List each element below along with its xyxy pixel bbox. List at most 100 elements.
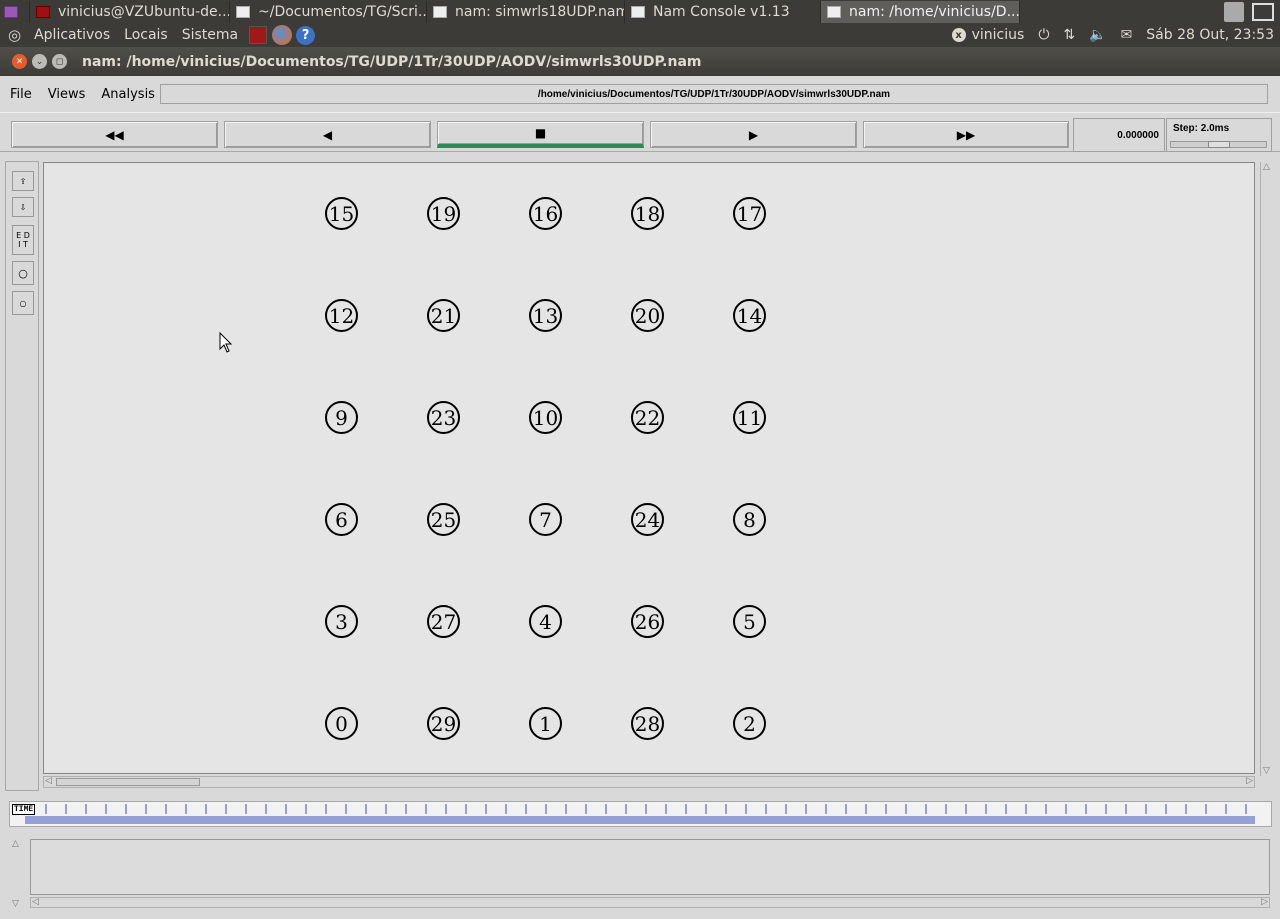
step-slider[interactable] <box>1170 141 1267 148</box>
node-7[interactable]: 7 <box>529 503 562 536</box>
scroll-up-icon[interactable]: △ <box>1263 162 1270 172</box>
node-17[interactable]: 17 <box>733 197 766 230</box>
show-desktop-button[interactable] <box>0 0 30 23</box>
time-slider[interactable]: TIME <box>9 801 1272 827</box>
menu-system[interactable]: Sistema <box>175 27 245 43</box>
file-path-display: /home/vinicius/Documentos/TG/UDP/1Tr/30U… <box>160 84 1268 104</box>
task-nam-current[interactable]: nam: /home/vinicius/D... <box>821 0 1020 23</box>
scroll-left-icon[interactable]: ◁ <box>45 776 52 786</box>
edit-button[interactable]: E D I T <box>12 225 34 255</box>
scroll-right-icon[interactable]: ▷ <box>1246 776 1253 786</box>
file-manager-icon <box>236 5 250 18</box>
fast-forward-button[interactable]: ▶▶ <box>863 121 1069 148</box>
user-menu[interactable]: x vinicius <box>951 27 1024 43</box>
step-label: Step: 2.0ms <box>1173 123 1230 134</box>
task-label: nam: /home/vinicius/D... <box>849 3 1020 20</box>
network-canvas[interactable]: 15 19 16 18 17 12 21 13 20 14 9 23 10 22 11 6 25 7 24 8 3 27 4… <box>43 162 1255 774</box>
scroll-up-icon[interactable]: △ <box>12 839 19 849</box>
window-title: nam: /home/vinicius/Documentos/TG/UDP/1T… <box>82 53 702 70</box>
desktop-icon <box>4 5 18 18</box>
network-icon[interactable]: ⇅ <box>1063 27 1075 43</box>
node-0[interactable]: 0 <box>325 707 358 740</box>
clock[interactable]: Sáb 28 Out, 23:53 <box>1146 27 1274 43</box>
node-13[interactable]: 13 <box>529 299 562 332</box>
ubuntu-logo-icon[interactable]: ◎ <box>8 26 21 44</box>
menu-applications[interactable]: Aplicativos <box>27 27 117 43</box>
help-icon[interactable]: ? <box>296 25 316 45</box>
node-9[interactable]: 9 <box>325 401 358 434</box>
minimize-icon[interactable]: ⌄ <box>32 54 47 69</box>
node-5[interactable]: 5 <box>733 605 766 638</box>
taskbar: vinicius@VZUbuntu-de... ~/Documentos/TG/… <box>0 0 1280 23</box>
current-time: 0.000000 <box>1073 118 1165 152</box>
node-25[interactable]: 25 <box>427 503 460 536</box>
node-21[interactable]: 21 <box>427 299 460 332</box>
node-29[interactable]: 29 <box>427 707 460 740</box>
scroll-down-icon[interactable]: ▽ <box>12 899 19 909</box>
node-3[interactable]: 3 <box>325 605 358 638</box>
node-20[interactable]: 20 <box>631 299 664 332</box>
workspace-switcher-icon[interactable] <box>1252 2 1274 21</box>
node-22[interactable]: 22 <box>631 401 664 434</box>
task-nam-console[interactable]: Nam Console v1.13 <box>625 0 821 23</box>
close-icon[interactable]: ✕ <box>12 54 27 69</box>
annotation-vertical-scrollbar[interactable]: △ ▽ <box>12 839 24 909</box>
horizontal-scroll-thumb[interactable] <box>56 778 200 786</box>
node-2[interactable]: 2 <box>733 707 766 740</box>
node-1[interactable]: 1 <box>529 707 562 740</box>
node-12[interactable]: 12 <box>325 299 358 332</box>
annotation-horizontal-scrollbar[interactable]: ◁ ▷ <box>30 897 1270 908</box>
node-4[interactable]: 4 <box>529 605 562 638</box>
canvas-horizontal-scrollbar[interactable]: ◁ ▷ <box>43 776 1255 788</box>
node-size-large-icon[interactable]: ○ <box>12 261 34 285</box>
node-24[interactable]: 24 <box>631 503 664 536</box>
task-nam-18[interactable]: nam: simwrls18UDP.nam <box>427 0 625 23</box>
step-back-button[interactable]: ◀ <box>224 121 431 148</box>
task-label: ~/Documentos/TG/Scri... <box>258 3 427 20</box>
node-23[interactable]: 23 <box>427 401 460 434</box>
rewind-button[interactable]: ◀◀ <box>11 121 218 148</box>
firefox-icon[interactable] <box>272 25 293 45</box>
trash-icon[interactable] <box>1224 1 1244 22</box>
app-launcher-icon[interactable] <box>249 26 268 44</box>
annotation-pane[interactable] <box>30 839 1270 895</box>
time-label: TIME <box>12 804 36 815</box>
menu-views[interactable]: Views <box>42 87 92 102</box>
node-16[interactable]: 16 <box>529 197 562 230</box>
scroll-down-icon[interactable]: ▽ <box>1263 766 1270 776</box>
scroll-right-icon[interactable]: ▷ <box>1261 897 1268 907</box>
task-label: nam: simwrls18UDP.nam <box>455 3 625 20</box>
step-slider-handle[interactable] <box>1207 141 1230 148</box>
maximize-icon[interactable]: ◻ <box>52 54 67 69</box>
play-button[interactable]: ▶ <box>650 121 857 148</box>
node-10[interactable]: 10 <box>529 401 562 434</box>
node-28[interactable]: 28 <box>631 707 664 740</box>
node-8[interactable]: 8 <box>733 503 766 536</box>
stop-button[interactable]: ■ <box>437 121 644 148</box>
menu-places[interactable]: Locais <box>117 27 175 43</box>
node-19[interactable]: 19 <box>427 197 460 230</box>
menu-file[interactable]: File <box>4 87 38 102</box>
task-file-manager[interactable]: ~/Documentos/TG/Scri... <box>230 0 427 23</box>
canvas-vertical-scrollbar[interactable]: △ ▽ <box>1260 162 1274 776</box>
node-size-small-icon[interactable]: ○ <box>12 291 34 315</box>
node-27[interactable]: 27 <box>427 605 460 638</box>
node-14[interactable]: 14 <box>733 299 766 332</box>
panel-indicators: x vinicius ⏻ ⇅ 🔈 ✉ Sáb 28 Out, 23:53 <box>951 23 1274 47</box>
taskbar-tray <box>1224 0 1280 23</box>
node-11[interactable]: 11 <box>733 401 766 434</box>
mail-icon[interactable]: ✉ <box>1121 27 1133 43</box>
volume-icon[interactable]: 🔈 <box>1089 27 1106 43</box>
zoom-in-icon[interactable]: ⇪ <box>12 171 34 191</box>
node-15[interactable]: 15 <box>325 197 358 230</box>
task-terminal[interactable]: vinicius@VZUbuntu-de... <box>30 0 230 23</box>
scroll-left-icon[interactable]: ◁ <box>32 897 39 907</box>
power-icon[interactable]: ⏻ <box>1038 27 1049 43</box>
node-26[interactable]: 26 <box>631 605 664 638</box>
playback-controls: ◀◀ ◀ ■ ▶ ▶▶ 0.000000 Step: 2.0ms <box>0 112 1280 152</box>
zoom-out-icon[interactable]: ⇩ <box>12 197 34 217</box>
node-18[interactable]: 18 <box>631 197 664 230</box>
menu-analysis[interactable]: Analysis <box>95 87 161 102</box>
window-titlebar[interactable]: ✕ ⌄ ◻ nam: /home/vinicius/Documentos/TG/… <box>0 47 1280 76</box>
node-6[interactable]: 6 <box>325 503 358 536</box>
